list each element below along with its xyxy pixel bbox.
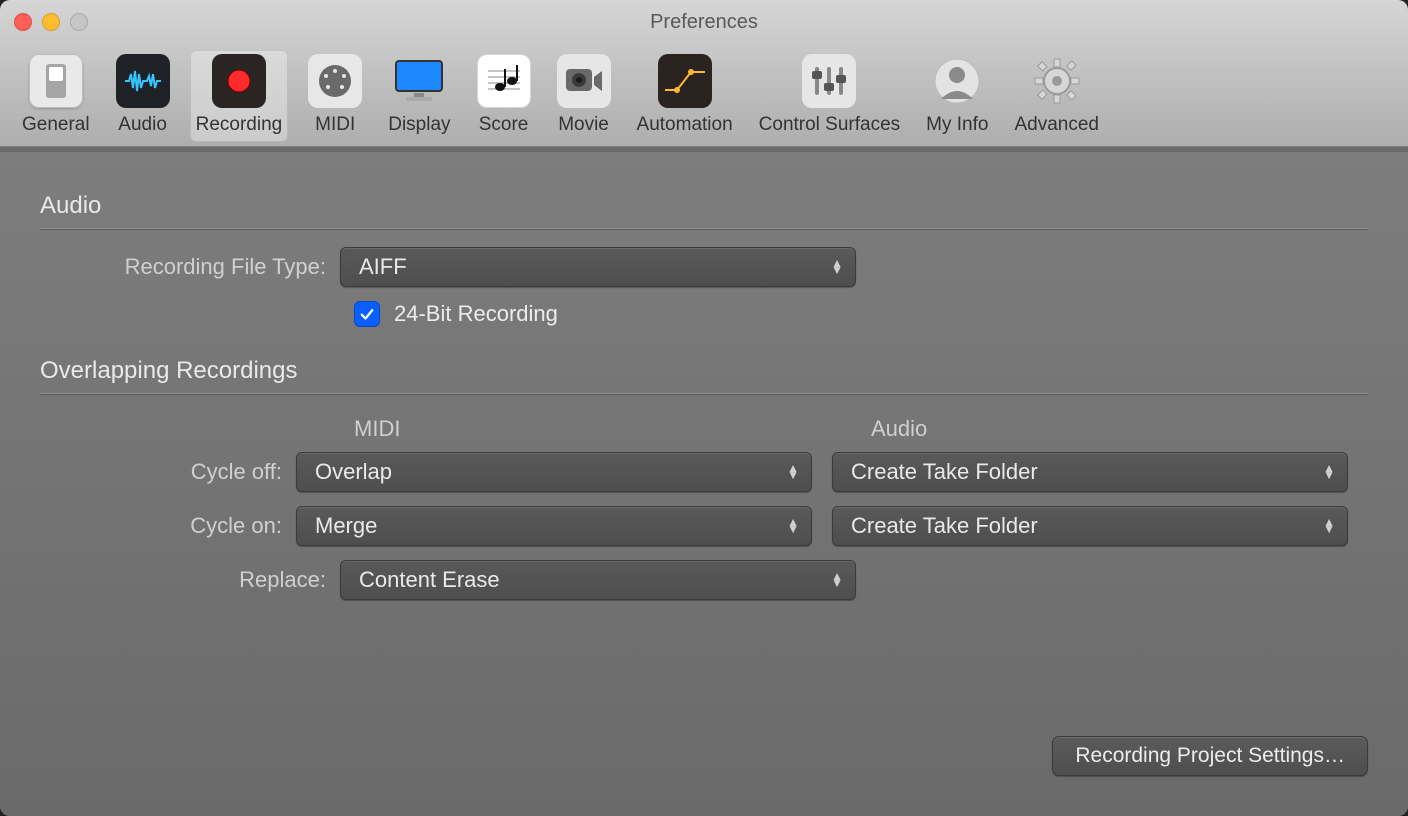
tab-display[interactable]: Display	[382, 50, 456, 142]
select-value: Create Take Folder	[851, 459, 1038, 485]
preferences-body: Audio Recording File Type: AIFF ▲▼ 24-Bi…	[0, 152, 1408, 816]
chevron-up-down-icon: ▲▼	[1323, 465, 1335, 479]
recording-file-type-label: Recording File Type:	[40, 254, 340, 280]
audio-icon	[116, 54, 170, 108]
col-audio-header: Audio	[871, 416, 1368, 442]
window-controls	[14, 13, 88, 31]
col-midi-header: MIDI	[354, 416, 851, 442]
tab-advanced[interactable]: Advanced	[1008, 50, 1105, 142]
cycle-on-label: Cycle on:	[40, 513, 296, 539]
tab-recording[interactable]: Recording	[190, 50, 289, 142]
footer: Recording Project Settings…	[1052, 736, 1368, 776]
chevron-up-down-icon: ▲▼	[787, 465, 799, 479]
select-value: Overlap	[315, 459, 392, 485]
chevron-up-down-icon: ▲▼	[787, 519, 799, 533]
select-value: Merge	[315, 513, 377, 539]
section-overlap-title: Overlapping Recordings	[40, 357, 1368, 385]
chevron-up-down-icon: ▲▼	[831, 260, 843, 274]
divider	[40, 393, 1368, 394]
tab-audio[interactable]: Audio	[110, 50, 176, 142]
automation-icon	[658, 54, 712, 108]
tab-label: Movie	[558, 114, 609, 136]
tab-my-info[interactable]: My Info	[920, 50, 994, 142]
tab-label: Display	[388, 114, 450, 136]
chevron-up-down-icon: ▲▼	[831, 573, 843, 587]
row-24bit: 24-Bit Recording	[354, 301, 1368, 327]
recording-file-type-select[interactable]: AIFF ▲▼	[340, 247, 856, 287]
tab-label: MIDI	[315, 114, 355, 136]
close-window-button[interactable]	[14, 13, 32, 31]
divider	[40, 228, 1368, 229]
24bit-checkbox[interactable]	[354, 301, 380, 327]
movie-icon	[557, 54, 611, 108]
select-value: AIFF	[359, 254, 407, 280]
tab-label: Control Surfaces	[759, 114, 901, 136]
select-value: Create Take Folder	[851, 513, 1038, 539]
display-icon	[392, 54, 446, 108]
tab-control-surfaces[interactable]: Control Surfaces	[753, 50, 907, 142]
cycle-off-label: Cycle off:	[40, 459, 296, 485]
tab-label: Advanced	[1014, 114, 1099, 136]
window-title: Preferences	[0, 11, 1408, 34]
tab-label: Score	[479, 114, 529, 136]
preferences-window: Preferences General Audio Recording	[0, 0, 1408, 816]
cycle-off-audio-select[interactable]: Create Take Folder ▲▼	[832, 452, 1348, 492]
24bit-label: 24-Bit Recording	[394, 301, 558, 327]
tab-midi[interactable]: MIDI	[302, 50, 368, 142]
zoom-window-button[interactable]	[70, 13, 88, 31]
button-label: Recording Project Settings…	[1075, 744, 1345, 768]
titlebar: Preferences	[0, 0, 1408, 44]
general-icon	[29, 54, 83, 108]
tab-label: Recording	[196, 114, 283, 136]
midi-icon	[308, 54, 362, 108]
tab-general[interactable]: General	[16, 50, 96, 142]
user-icon	[930, 54, 984, 108]
preferences-toolbar: General Audio Recording MIDI Display	[0, 44, 1408, 147]
overlap-column-headers: MIDI Audio	[354, 416, 1368, 442]
tab-movie[interactable]: Movie	[551, 50, 617, 142]
minimize-window-button[interactable]	[42, 13, 60, 31]
row-recording-file-type: Recording File Type: AIFF ▲▼	[40, 247, 1368, 287]
chevron-up-down-icon: ▲▼	[1323, 519, 1335, 533]
cycle-on-midi-select[interactable]: Merge ▲▼	[296, 506, 812, 546]
select-value: Content Erase	[359, 567, 500, 593]
control-surfaces-icon	[802, 54, 856, 108]
cycle-on-audio-select[interactable]: Create Take Folder ▲▼	[832, 506, 1348, 546]
score-icon	[477, 54, 531, 108]
tab-label: My Info	[926, 114, 988, 136]
tab-label: Audio	[118, 114, 167, 136]
section-audio-title: Audio	[40, 192, 1368, 220]
tab-label: Automation	[637, 114, 733, 136]
tab-automation[interactable]: Automation	[631, 50, 739, 142]
row-cycle-on: Cycle on: Merge ▲▼ Create Take Folder ▲▼	[40, 506, 1368, 546]
cycle-off-midi-select[interactable]: Overlap ▲▼	[296, 452, 812, 492]
recording-project-settings-button[interactable]: Recording Project Settings…	[1052, 736, 1368, 776]
replace-midi-select[interactable]: Content Erase ▲▼	[340, 560, 856, 600]
replace-label: Replace:	[40, 567, 340, 593]
recording-icon	[212, 54, 266, 108]
row-replace: Replace: Content Erase ▲▼	[40, 560, 1368, 600]
tab-score[interactable]: Score	[471, 50, 537, 142]
gear-icon	[1030, 54, 1084, 108]
tab-label: General	[22, 114, 90, 136]
row-cycle-off: Cycle off: Overlap ▲▼ Create Take Folder…	[40, 452, 1368, 492]
